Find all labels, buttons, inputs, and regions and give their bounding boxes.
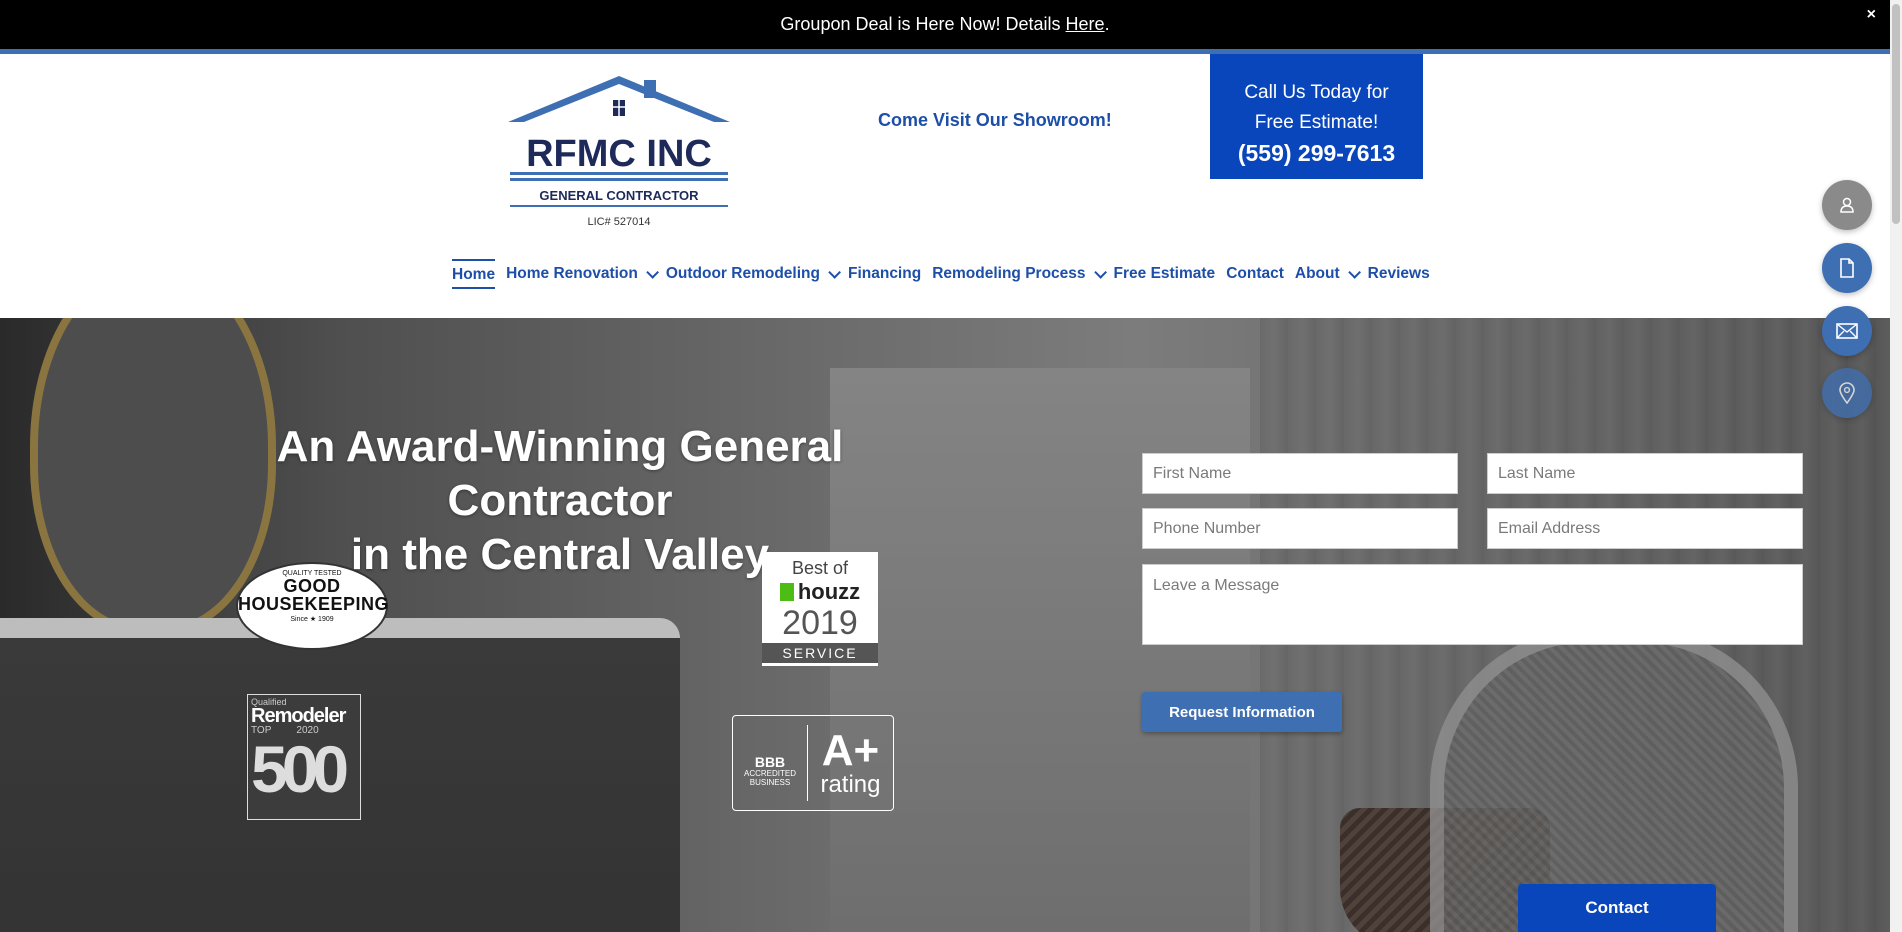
announcement-details-link[interactable]: Here — [1066, 14, 1105, 34]
nav-item-home[interactable]: Home — [452, 259, 496, 289]
license-number: LIC# 527014 — [587, 216, 651, 228]
announcement-bar: Groupon Deal is Here Now! Details Here. … — [0, 0, 1890, 54]
last-name-field[interactable] — [1487, 453, 1803, 494]
email-field[interactable] — [1487, 508, 1803, 549]
logo[interactable]: RFMC INC GENERAL CONTRACTOR LIC# 527014 — [508, 74, 730, 234]
main-nav: Home Home Renovation Outdoor Remodeling … — [452, 258, 1441, 290]
close-icon[interactable]: × — [1867, 6, 1876, 24]
phone-number[interactable]: (559) 299-7613 — [1210, 138, 1423, 168]
contact-tab-button[interactable]: Contact — [1518, 884, 1716, 932]
remodeler-top-500-badge: Qualified Remodeler TOP 2020 500 — [247, 694, 361, 820]
good-housekeeping-badge: QUALITY TESTED GOOD HOUSEKEEPING Since ★… — [236, 562, 389, 650]
phone-number-field[interactable] — [1142, 508, 1458, 549]
side-button-email[interactable] — [1822, 306, 1872, 356]
nav-item-outdoor-remodeling[interactable]: Outdoor Remodeling — [666, 258, 841, 290]
logo-house-icon: RFMC INC GENERAL CONTRACTOR — [508, 76, 730, 207]
announcement-text: Groupon Deal is Here Now! Details Here. — [780, 14, 1110, 34]
nav-item-remodeling-process[interactable]: Remodeling Process — [932, 258, 1107, 290]
call-line-1: Call Us Today for — [1244, 82, 1389, 103]
document-icon — [1840, 258, 1854, 278]
nav-item-home-renovation[interactable]: Home Renovation — [506, 258, 659, 290]
logo-subtitle-text: GENERAL CONTRACTOR — [539, 188, 699, 203]
best-of-houzz-badge: Best of houzz 2019 SERVICE — [762, 552, 878, 666]
user-icon — [1840, 197, 1854, 213]
chevron-down-icon — [646, 265, 659, 279]
nav-item-about[interactable]: About — [1295, 258, 1361, 290]
nav-item-free-estimate[interactable]: Free Estimate — [1114, 258, 1216, 290]
nav-item-financing[interactable]: Financing — [848, 258, 921, 290]
showroom-link[interactable]: Come Visit Our Showroom! — [878, 110, 1112, 131]
side-button-account[interactable] — [1822, 180, 1872, 230]
chevron-down-icon — [1347, 265, 1361, 279]
hero-section: An Award-Winning General Contractor in t… — [0, 318, 1890, 932]
bbb-rating-badge: BBB ACCREDITED BUSINESS A+ rating — [732, 715, 894, 811]
side-button-location[interactable] — [1822, 368, 1872, 418]
chevron-down-icon — [828, 265, 841, 279]
map-pin-icon — [1839, 382, 1855, 404]
nav-item-reviews[interactable]: Reviews — [1368, 258, 1430, 290]
mail-icon — [1836, 323, 1858, 339]
call-line-2: Free Estimate! — [1254, 112, 1379, 133]
logo-company-text: RFMC INC — [526, 133, 712, 175]
nav-item-contact[interactable]: Contact — [1226, 258, 1284, 290]
chevron-down-icon — [1093, 265, 1107, 279]
houzz-logo-icon — [779, 583, 794, 601]
request-information-button[interactable]: Request Information — [1142, 692, 1342, 732]
scrollbar[interactable] — [1890, 0, 1902, 932]
scrollbar-thumb[interactable] — [1892, 4, 1900, 224]
first-name-field[interactable] — [1142, 453, 1458, 494]
call-box[interactable]: Call Us Today for Free Estimate! (559) 2… — [1210, 54, 1423, 179]
side-button-document[interactable] — [1822, 243, 1872, 293]
message-field[interactable] — [1142, 564, 1803, 645]
site-header: RFMC INC GENERAL CONTRACTOR LIC# 527014 … — [0, 54, 1890, 318]
